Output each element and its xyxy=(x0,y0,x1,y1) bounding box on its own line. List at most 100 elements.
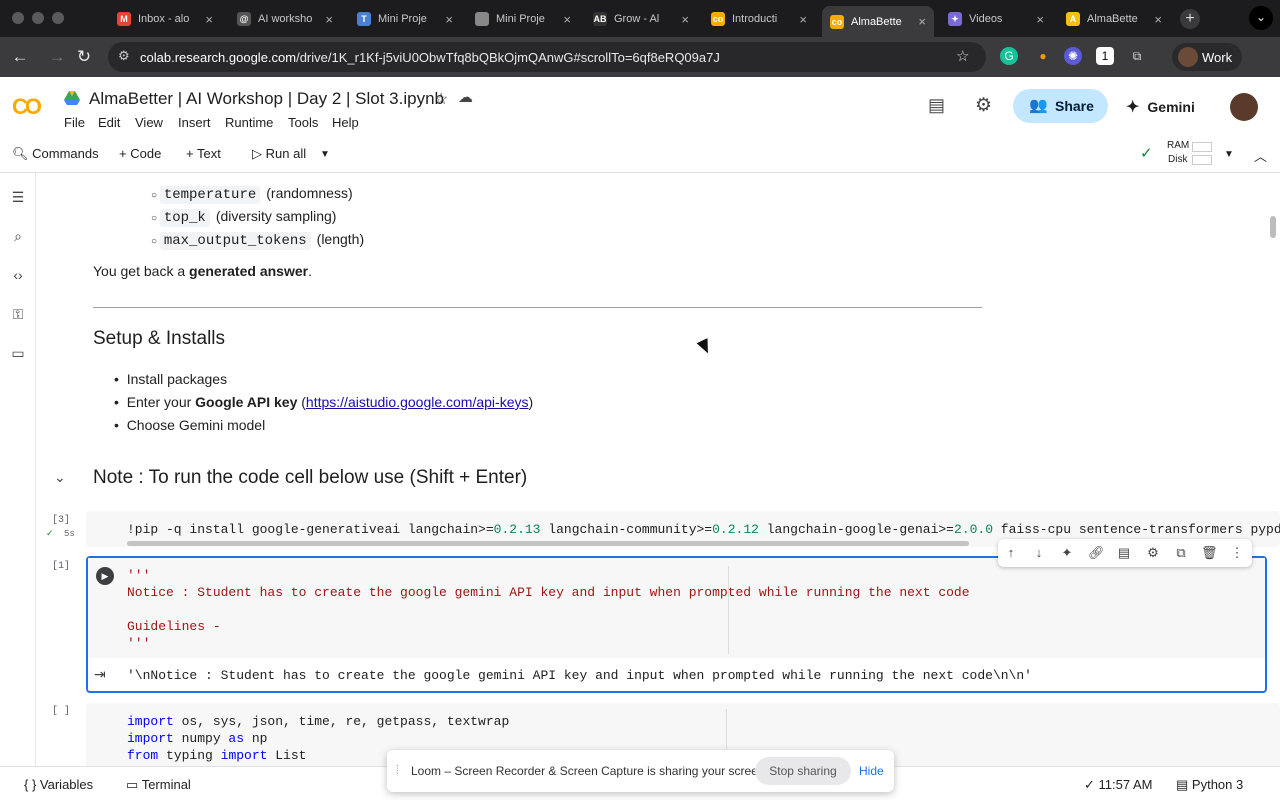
browser-tab[interactable]: ✦ Videos × xyxy=(940,6,1052,32)
tab-search-icon[interactable]: ⌄ xyxy=(1249,6,1273,30)
mirror-cell-icon[interactable]: ⧉ xyxy=(1173,545,1189,561)
link-icon[interactable]: 🔗︎ xyxy=(1088,545,1105,561)
run-all-dropdown-icon[interactable]: ▼ xyxy=(320,149,330,160)
notebook-title[interactable]: AlmaBetter | AI Workshop | Day 2 | Slot … xyxy=(89,89,444,109)
user-avatar[interactable] xyxy=(1230,93,1258,121)
collapse-section-chevron-icon[interactable]: ⌄ xyxy=(54,469,66,486)
ram-usage-bar[interactable] xyxy=(1192,142,1212,152)
menu-item-help[interactable]: Help xyxy=(332,115,359,130)
settings-gear-icon[interactable]: ⚙ xyxy=(1145,545,1161,561)
move-down-arrow-icon[interactable]: ↓ xyxy=(1031,545,1047,561)
run-cell-play-icon[interactable]: ▶ xyxy=(96,567,114,585)
runtime-dropdown-icon[interactable]: ▼ xyxy=(1224,149,1234,160)
add-text-button[interactable]: + Text xyxy=(186,146,221,161)
variables-label: Variables xyxy=(39,777,94,792)
cell-editor[interactable] xyxy=(88,558,1265,658)
runtime-type[interactable]: ▤ Python 3 xyxy=(1176,777,1243,793)
star-icon[interactable]: ☆ xyxy=(434,89,448,109)
new-tab-button[interactable]: + xyxy=(1180,9,1200,29)
more-options-icon[interactable]: ⋮ xyxy=(1229,545,1245,561)
menu-item-edit[interactable]: Edit xyxy=(98,115,120,130)
menu-item-view[interactable]: View xyxy=(135,115,163,130)
terminal-button[interactable]: ▭ Terminal xyxy=(126,777,191,793)
close-tab-icon[interactable]: × xyxy=(1036,12,1044,27)
minimize-window-button[interactable] xyxy=(32,12,44,24)
close-tab-icon[interactable]: × xyxy=(445,12,453,27)
code-snippets-icon[interactable]: ‹› xyxy=(9,267,27,285)
version-number: 0.2.12 xyxy=(712,522,759,537)
find-replace-icon[interactable]: ⌕ xyxy=(9,228,27,246)
close-tab-icon[interactable]: × xyxy=(799,12,807,27)
hide-button[interactable]: Hide xyxy=(859,764,884,778)
url-field[interactable]: ⚙ colab.research.google.com/drive/1K_r1K… xyxy=(108,42,986,72)
browser-tab[interactable]: @ AI worksho × xyxy=(229,6,341,32)
comment-icon[interactable]: ▤ xyxy=(928,95,945,116)
close-tab-icon[interactable]: × xyxy=(918,14,926,29)
delete-trash-icon[interactable]: 🗑︎ xyxy=(1201,545,1218,561)
comment-icon[interactable]: ▤ xyxy=(1116,545,1132,561)
notice-code-cell[interactable]: ▶ ''' Notice : Student has to create the … xyxy=(86,556,1267,693)
browser-tab[interactable]: Mini Proje × xyxy=(467,6,579,32)
gemini-button[interactable]: ✦ Gemini xyxy=(1126,97,1195,117)
back-arrow-icon[interactable]: ← xyxy=(9,47,31,67)
browser-tab[interactable]: T Mini Proje × xyxy=(349,6,461,32)
extension-icon[interactable]: 1 xyxy=(1096,47,1114,65)
extensions-puzzle-icon[interactable]: ⧉ xyxy=(1128,47,1146,65)
vertical-scrollbar[interactable] xyxy=(1270,216,1276,238)
extension-icon[interactable]: ● xyxy=(1034,47,1052,65)
browser-tab[interactable]: co Introducti × xyxy=(703,6,815,32)
menu-item-runtime[interactable]: Runtime xyxy=(225,115,273,130)
close-window-button[interactable] xyxy=(12,12,24,24)
close-tab-icon[interactable]: × xyxy=(1154,12,1162,27)
collapse-chevron-icon[interactable]: ︿ xyxy=(1254,146,1267,165)
browser-tab[interactable]: A AlmaBette × xyxy=(1058,6,1170,32)
browser-tab[interactable]: M Inbox - alo × xyxy=(109,6,221,32)
close-tab-icon[interactable]: × xyxy=(563,12,571,27)
secrets-key-icon[interactable]: ⚿ xyxy=(9,306,27,324)
close-tab-icon[interactable]: × xyxy=(325,12,333,27)
horizontal-scrollbar[interactable] xyxy=(127,541,969,546)
grammarly-extension-icon[interactable]: G xyxy=(1000,47,1018,65)
cell-execution-count: [3] xyxy=(52,515,71,526)
extension-icon[interactable]: ✺ xyxy=(1064,47,1082,65)
close-tab-icon[interactable]: × xyxy=(681,12,689,27)
files-folder-icon[interactable]: ▭ xyxy=(9,345,27,363)
tab-title: Inbox - alo xyxy=(138,13,190,25)
close-tab-icon[interactable]: × xyxy=(205,12,213,27)
profile-button[interactable]: Work xyxy=(1172,43,1242,71)
output-toggle-icon[interactable]: ⇥ xyxy=(94,666,106,683)
setup-item-label: Choose Gemini model xyxy=(126,417,266,433)
disk-usage-bar[interactable] xyxy=(1192,155,1212,165)
gemini-sparkle-icon[interactable]: ✦ xyxy=(1059,545,1075,561)
api-keys-link[interactable]: https://aistudio.google.com/api-keys xyxy=(306,394,529,410)
maximize-window-button[interactable] xyxy=(52,12,64,24)
stop-sharing-button[interactable]: Stop sharing xyxy=(755,757,851,785)
generated-answer-text: You get back a generated answer. xyxy=(93,263,312,279)
colab-logo[interactable]: CO xyxy=(12,94,42,120)
add-code-button[interactable]: + Code xyxy=(119,146,161,161)
run-all-button[interactable]: ▷ Run all xyxy=(252,146,306,162)
google-drive-icon[interactable] xyxy=(64,91,80,105)
code-line: import numpy as np xyxy=(127,731,267,746)
menu-item-tools[interactable]: Tools xyxy=(288,115,318,130)
table-of-contents-icon[interactable]: ☰ xyxy=(9,189,27,207)
site-settings-icon[interactable]: ⚙ xyxy=(118,48,130,64)
cell-execution-count: [ ] xyxy=(52,706,71,717)
cloud-saved-icon[interactable]: ☁ xyxy=(458,88,473,106)
move-up-arrow-icon[interactable]: ↑ xyxy=(1003,545,1019,561)
commands-button[interactable]: 🔍︎ Commands xyxy=(12,146,99,162)
browser-tab[interactable]: co AlmaBette × xyxy=(822,6,934,37)
variables-button[interactable]: { } Variables xyxy=(24,777,93,792)
forward-arrow-icon[interactable]: → xyxy=(46,47,68,67)
settings-gear-icon[interactable]: ⚙ xyxy=(975,94,992,117)
bookmark-star-icon[interactable]: ☆ xyxy=(956,47,969,65)
share-button[interactable]: 👥 Share xyxy=(1013,89,1108,123)
menu-item-insert[interactable]: Insert xyxy=(178,115,211,130)
last-run-status[interactable]: ✓ 11:57 AM xyxy=(1084,777,1153,793)
menu-item-file[interactable]: File xyxy=(64,115,85,130)
bullet-circle-icon: ○ xyxy=(151,236,160,247)
drag-handle-icon[interactable]: ⦙ xyxy=(396,763,399,778)
url-host: colab.research.google.com xyxy=(140,50,297,65)
browser-tab[interactable]: AB Grow - Al × xyxy=(585,6,697,32)
reload-icon[interactable]: ↻ xyxy=(73,47,95,67)
